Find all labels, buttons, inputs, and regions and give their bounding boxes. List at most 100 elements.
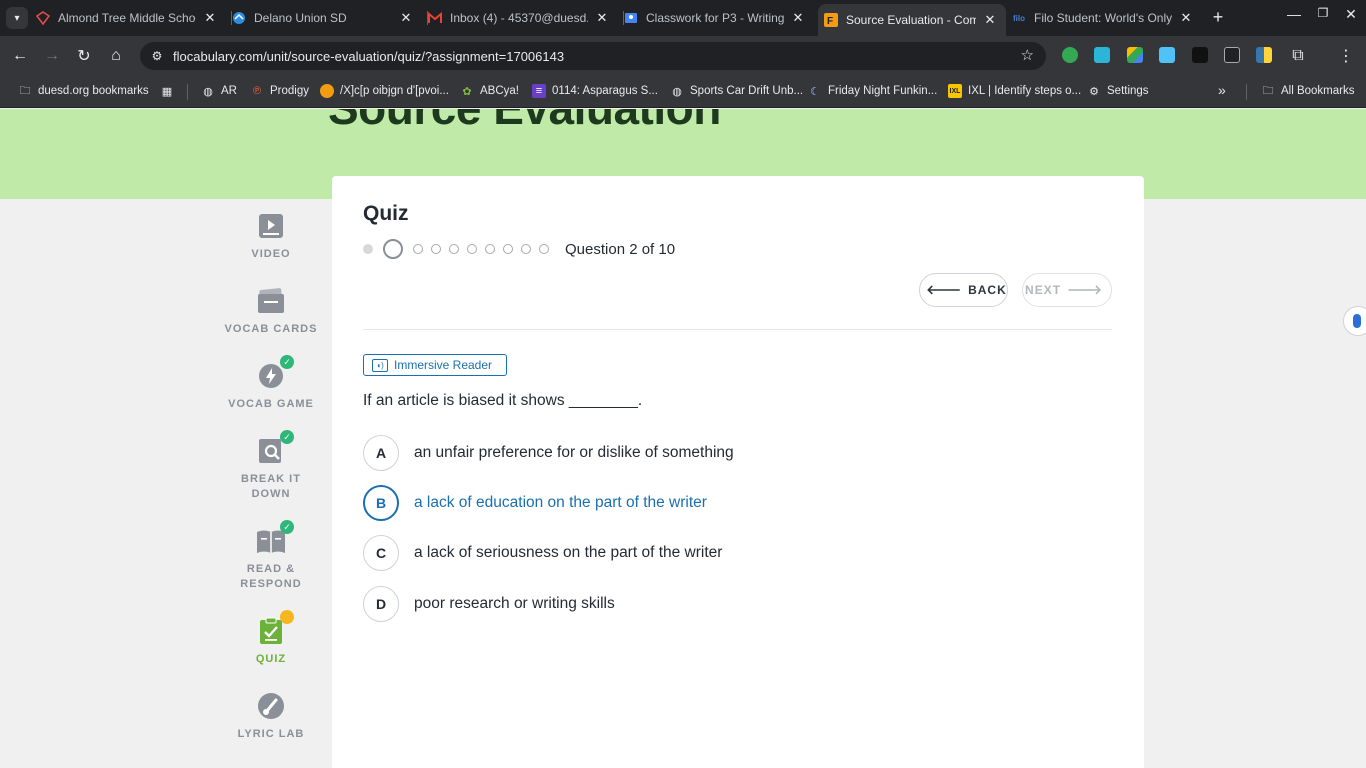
- reload-icon[interactable]: ↻: [73, 45, 95, 67]
- tab-inbox[interactable]: Inbox (4) - 45370@duesd.org ✕: [427, 4, 618, 32]
- choice-letter: A: [363, 435, 399, 471]
- close-tab-icon[interactable]: ✕: [202, 10, 218, 26]
- bookmark-ixl[interactable]: IXL IXL | Identify steps o...: [948, 84, 1081, 98]
- address-bar[interactable]: ⚙ flocabulary.com/unit/source-evaluation…: [140, 42, 1046, 70]
- classroom-icon: [624, 11, 638, 25]
- tab-source-evaluation[interactable]: F Source Evaluation - Comm ✕: [818, 4, 1006, 36]
- list-icon: ≡: [532, 84, 546, 98]
- back-arrow-icon[interactable]: ←: [9, 45, 31, 67]
- nav-vocab-game[interactable]: ✓ VOCAB GAME: [214, 355, 328, 412]
- bookmark-star-icon[interactable]: ☆: [1021, 46, 1034, 64]
- bookmark-abcya[interactable]: ✿ ABCya!: [460, 84, 519, 98]
- tab-search-button[interactable]: ▾: [6, 7, 28, 29]
- apps-grid-icon[interactable]: ▦: [160, 84, 180, 98]
- next-button[interactable]: NEXT 🡒: [1022, 273, 1112, 307]
- nav-video[interactable]: VIDEO: [214, 211, 328, 262]
- bookmark-label: Friday Night Funkin...: [828, 85, 938, 97]
- bookmark-label: All Bookmarks: [1281, 85, 1355, 97]
- folder-icon: 🗀: [19, 84, 31, 97]
- bookmark-sports-car[interactable]: ◍ Sports Car Drift Unb...: [670, 84, 803, 98]
- nav-vocab-cards[interactable]: VOCAB CARDS: [214, 286, 328, 337]
- answer-choice-d[interactable]: D poor research or writing skills: [363, 586, 615, 622]
- globe-icon: ◍: [203, 85, 213, 98]
- immersive-reader-label: Immersive Reader: [394, 358, 493, 372]
- all-bookmarks[interactable]: 🗀 All Bookmarks: [1261, 84, 1355, 98]
- extension-figure-icon[interactable]: [1224, 47, 1240, 63]
- progress-dot: [449, 244, 459, 254]
- progress-dot: [485, 244, 495, 254]
- progress-dot-current: [383, 239, 403, 259]
- close-tab-icon[interactable]: ✕: [982, 12, 998, 28]
- lightning-icon: ✓: [256, 355, 294, 391]
- lyric-lab-icon: [256, 691, 286, 721]
- more-bookmarks-chevron-icon[interactable]: »: [1218, 82, 1226, 98]
- bookmark-label: Prodigy: [270, 85, 309, 97]
- extension-dark-icon[interactable]: [1192, 47, 1208, 63]
- completed-check-icon: ✓: [280, 355, 294, 369]
- bookmark-prodigy[interactable]: ℗ Prodigy: [250, 84, 309, 98]
- bookmark-random[interactable]: /X]c[p oibjgn d'[pvoi...: [320, 84, 449, 98]
- close-window-icon[interactable]: ✕: [1339, 6, 1363, 23]
- choice-letter: D: [363, 586, 399, 622]
- browser-tab-strip: ▾ Almond Tree Middle School ✕ Delano Uni…: [0, 0, 1366, 36]
- extension-green-icon[interactable]: [1062, 47, 1078, 63]
- progress-dot: [503, 244, 513, 254]
- progress-dot: [467, 244, 477, 254]
- nav-label: LYRIC LAB: [237, 728, 305, 740]
- nav-label: VIDEO: [251, 248, 291, 260]
- new-tab-button[interactable]: +: [1208, 8, 1228, 28]
- tab-filo[interactable]: filo Filo Student: World's Only ✕: [1012, 4, 1202, 32]
- back-button[interactable]: 🡐 BACK: [919, 273, 1008, 307]
- answer-choice-a[interactable]: A an unfair preference for or dislike of…: [363, 435, 734, 471]
- extension-blue-icon[interactable]: [1094, 47, 1110, 63]
- answer-choice-b[interactable]: B a lack of education on the part of the…: [363, 485, 707, 521]
- home-icon[interactable]: ⌂: [105, 45, 127, 67]
- forward-arrow-icon[interactable]: →: [41, 45, 63, 67]
- bookmark-ar[interactable]: ◍ AR: [201, 84, 237, 98]
- completed-check-icon: ✓: [280, 520, 294, 534]
- nav-lyric-lab[interactable]: LYRIC LAB: [214, 691, 328, 742]
- bookmark-label: /X]c[p oibjgn d'[pvoi...: [340, 85, 449, 97]
- nav-break-it-down[interactable]: ✓ BREAK IT DOWN: [214, 430, 328, 502]
- nav-label: READ & RESPOND: [240, 563, 302, 590]
- almond-tree-icon: [36, 11, 50, 25]
- tab-title: Source Evaluation - Comm: [846, 13, 976, 27]
- progress-dot: [431, 244, 441, 254]
- answer-choice-c[interactable]: C a lack of seriousness on the part of t…: [363, 535, 722, 571]
- tab-title: Inbox (4) - 45370@duesd.org: [450, 11, 588, 25]
- tab-delano[interactable]: Delano Union SD ✕: [231, 4, 422, 32]
- quiz-title: Quiz: [363, 202, 409, 225]
- url-text[interactable]: flocabulary.com/unit/source-evaluation/q…: [173, 49, 564, 64]
- completed-check-icon: ✓: [280, 430, 294, 444]
- bookmark-duesd[interactable]: 🗀 duesd.org bookmarks: [18, 84, 149, 98]
- book-icon: ✓: [256, 520, 294, 556]
- bookmark-asparagus[interactable]: ≡ 0114: Asparagus S...: [532, 84, 658, 98]
- tab-almond-tree[interactable]: Almond Tree Middle School ✕: [36, 4, 226, 32]
- close-tab-icon[interactable]: ✕: [594, 10, 610, 26]
- close-tab-icon[interactable]: ✕: [398, 10, 414, 26]
- nav-quiz[interactable]: QUIZ: [214, 610, 328, 667]
- extensions-puzzle-icon[interactable]: ⧉: [1287, 45, 1309, 67]
- close-tab-icon[interactable]: ✕: [1178, 10, 1194, 26]
- progress-dot: [413, 244, 423, 254]
- choice-text: poor research or writing skills: [414, 595, 615, 612]
- nav-label: VOCAB GAME: [228, 398, 314, 410]
- extension-person-icon[interactable]: [1159, 47, 1175, 63]
- progress-dot: [539, 244, 549, 254]
- restore-window-icon[interactable]: ❐: [1311, 6, 1335, 20]
- voice-input-mic-icon[interactable]: [1343, 306, 1366, 336]
- bookmark-settings[interactable]: ⚙ Settings: [1087, 84, 1149, 98]
- google-drive-icon[interactable]: [1127, 47, 1143, 63]
- immersive-reader-button[interactable]: ◖) Immersive Reader: [363, 354, 507, 376]
- close-tab-icon[interactable]: ✕: [790, 10, 806, 26]
- bookmark-fnf[interactable]: ☾ Friday Night Funkin...: [808, 84, 937, 98]
- nav-read-respond[interactable]: ✓ READ & RESPOND: [214, 520, 328, 592]
- tab-classwork[interactable]: Classwork for P3 - Writing ✕: [623, 4, 814, 32]
- site-info-icon[interactable]: ⚙: [148, 47, 166, 65]
- minimize-window-icon[interactable]: —: [1282, 6, 1306, 22]
- browser-toolbar: ← → ↻ ⌂ ⚙ flocabulary.com/unit/source-ev…: [0, 36, 1366, 76]
- extension-python-icon[interactable]: [1256, 47, 1272, 63]
- menu-kebab-icon[interactable]: ⋮: [1335, 45, 1357, 67]
- arrow-right-icon: 🡒: [1067, 282, 1103, 297]
- quiz-progress: Question 2 of 10: [363, 239, 675, 259]
